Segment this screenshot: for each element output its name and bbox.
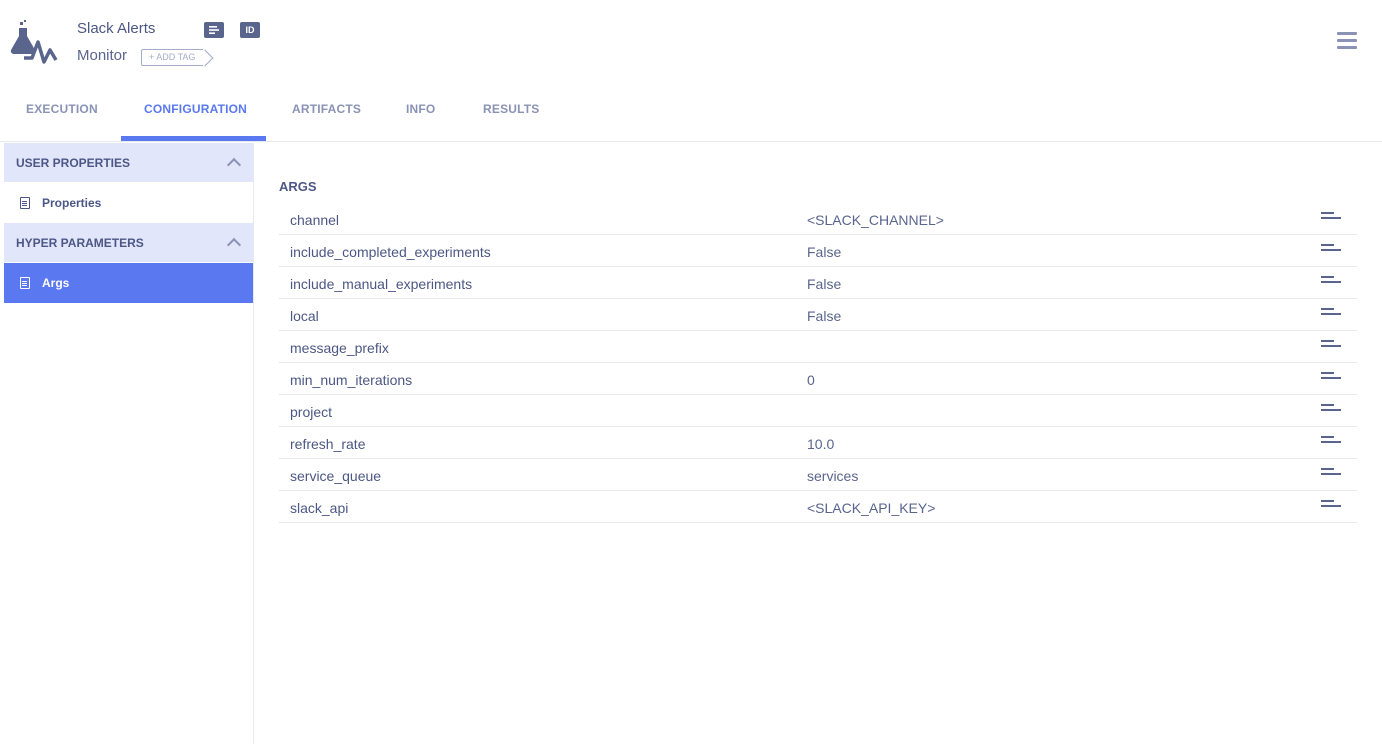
description-icon[interactable] bbox=[1321, 244, 1341, 256]
sidebar-item-properties[interactable]: Properties bbox=[4, 183, 253, 223]
param-key: service_queue bbox=[290, 468, 382, 484]
param-value[interactable]: 0 bbox=[807, 372, 815, 388]
experiment-title[interactable]: Slack Alerts bbox=[77, 20, 155, 37]
description-icon[interactable] bbox=[1321, 404, 1341, 416]
id-icon[interactable]: ID bbox=[240, 22, 260, 38]
description-icon[interactable] bbox=[1321, 436, 1341, 448]
param-key: channel bbox=[290, 212, 340, 228]
param-key: project bbox=[290, 404, 333, 420]
description-icon[interactable] bbox=[1321, 468, 1341, 480]
table-row[interactable]: min_num_iterations 0 bbox=[279, 363, 1357, 395]
section-title: USER PROPERTIES bbox=[16, 155, 131, 170]
sidebar-item-label: Args bbox=[42, 276, 70, 290]
document-icon bbox=[20, 277, 30, 289]
param-key: min_num_iterations bbox=[290, 372, 413, 388]
description-icon[interactable] bbox=[1321, 212, 1341, 224]
description-icon[interactable] bbox=[1321, 276, 1341, 288]
description-icon[interactable] bbox=[204, 22, 224, 38]
param-value[interactable]: <SLACK_API_KEY> bbox=[807, 500, 935, 516]
section-user-properties[interactable]: USER PROPERTIES bbox=[4, 143, 253, 183]
tab-artifacts[interactable]: ARTIFACTS bbox=[292, 102, 361, 116]
param-key: local bbox=[290, 308, 319, 324]
id-label: ID bbox=[245, 25, 255, 35]
config-sidebar: USER PROPERTIES Properties HYPER PARAMET… bbox=[4, 143, 254, 744]
param-key: include_manual_experiments bbox=[290, 276, 473, 292]
param-key: message_prefix bbox=[290, 340, 389, 356]
param-value[interactable]: services bbox=[807, 468, 858, 484]
active-tab-indicator bbox=[121, 136, 266, 141]
add-tag-button[interactable]: + ADD TAG bbox=[141, 49, 204, 66]
param-value[interactable]: False bbox=[807, 244, 841, 260]
args-section-title: ARGS bbox=[279, 179, 317, 194]
param-key: include_completed_experiments bbox=[290, 244, 491, 260]
param-key: refresh_rate bbox=[290, 436, 366, 452]
tab-execution[interactable]: EXECUTION bbox=[26, 102, 98, 116]
experiment-type: Monitor bbox=[77, 47, 128, 64]
table-row[interactable]: message_prefix bbox=[279, 331, 1357, 363]
param-value[interactable]: False bbox=[807, 308, 841, 324]
table-row[interactable]: project bbox=[279, 395, 1357, 427]
param-value[interactable]: <SLACK_CHANNEL> bbox=[807, 212, 944, 228]
table-row[interactable]: include_completed_experiments False bbox=[279, 235, 1357, 267]
table-row[interactable]: service_queue services bbox=[279, 459, 1357, 491]
hamburger-menu-icon[interactable] bbox=[1337, 32, 1357, 50]
args-table: channel <SLACK_CHANNEL> include_completed_… bbox=[279, 203, 1357, 523]
section-hyper-parameters[interactable]: HYPER PARAMETERS bbox=[4, 223, 253, 263]
param-value[interactable]: False bbox=[807, 276, 841, 292]
table-row[interactable]: channel <SLACK_CHANNEL> bbox=[279, 203, 1357, 235]
description-icon[interactable] bbox=[1321, 372, 1341, 384]
experiment-header: Slack Alerts Monitor ID + ADD TAG bbox=[0, 0, 1382, 84]
table-row[interactable]: slack_api <SLACK_API_KEY> bbox=[279, 491, 1357, 523]
table-row[interactable]: local False bbox=[279, 299, 1357, 331]
chevron-up-icon[interactable] bbox=[226, 157, 242, 173]
document-icon bbox=[20, 197, 30, 209]
tab-info[interactable]: INFO bbox=[406, 102, 435, 116]
description-icon[interactable] bbox=[1321, 340, 1341, 352]
section-title: HYPER PARAMETERS bbox=[16, 235, 144, 250]
table-row[interactable]: refresh_rate 10.0 bbox=[279, 427, 1357, 459]
tab-bar: EXECUTION CONFIGURATION ARTIFACTS INFO R… bbox=[0, 84, 1382, 142]
description-icon[interactable] bbox=[1321, 500, 1341, 512]
experiment-flask-icon bbox=[10, 20, 58, 64]
tab-results[interactable]: RESULTS bbox=[483, 102, 540, 116]
param-value[interactable]: 10.0 bbox=[807, 436, 834, 452]
table-row[interactable]: include_manual_experiments False bbox=[279, 267, 1357, 299]
tab-configuration[interactable]: CONFIGURATION bbox=[144, 102, 247, 116]
chevron-up-icon[interactable] bbox=[226, 237, 242, 253]
param-key: slack_api bbox=[290, 500, 349, 516]
description-icon[interactable] bbox=[1321, 308, 1341, 320]
sidebar-item-label: Properties bbox=[42, 196, 102, 210]
sidebar-item-args[interactable]: Args bbox=[4, 263, 253, 303]
